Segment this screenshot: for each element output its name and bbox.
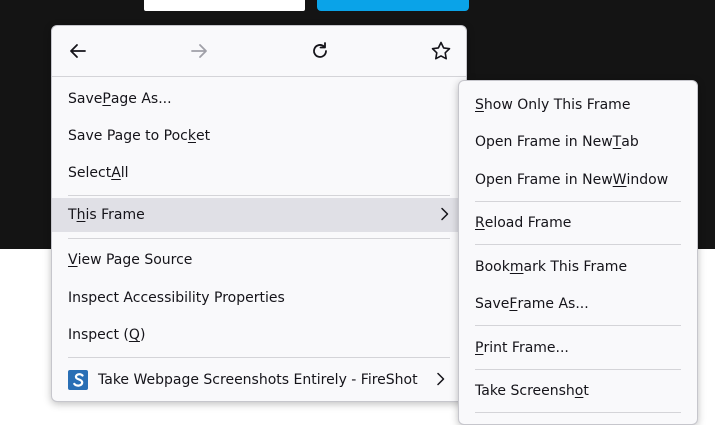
menu-item-save-page-as[interactable]: Save Page As... <box>56 82 462 116</box>
context-menu: Save Page As... Save Page to Poc k et Sele… <box>51 25 467 402</box>
submenu-item-print-frame[interactable]: Print Frame... <box>463 331 693 365</box>
menu-item-select-all[interactable]: Select All <box>56 156 462 190</box>
menu-item-fireshot[interactable]: Take Webpage Screenshots Entirely - Fire… <box>56 363 462 397</box>
separator <box>52 76 466 77</box>
chevron-right-icon <box>437 372 445 386</box>
menu-item-view-page-source[interactable]: View Page Source <box>56 243 462 277</box>
submenu-item-show-only-this-frame[interactable]: Show Only This Frame <box>463 88 693 122</box>
context-nav-row <box>52 26 466 76</box>
arrow-right-icon <box>191 44 207 58</box>
submenu-item-bookmark-this-frame[interactable]: Book m ark This Frame <box>463 250 693 284</box>
page-blue-button[interactable] <box>317 0 469 11</box>
menu-item-inspect-accessibility[interactable]: Inspect Accessibility Properties <box>56 281 462 315</box>
star-icon <box>431 41 451 60</box>
page-white-box <box>144 0 305 11</box>
separator <box>475 325 681 326</box>
separator <box>68 238 450 239</box>
forward-button[interactable] <box>183 36 215 66</box>
chevron-right-icon <box>441 207 449 221</box>
separator <box>475 369 681 370</box>
submenu-item-reload-frame[interactable]: Reload Frame <box>463 206 693 240</box>
this-frame-submenu: Show Only This Frame Open Frame in New T… <box>458 80 698 425</box>
menu-item-inspect[interactable]: Inspect (Q) <box>56 318 462 352</box>
separator <box>475 201 681 202</box>
separator <box>475 244 681 245</box>
menu-item-this-frame[interactable]: Th is Frame <box>52 198 466 232</box>
separator <box>68 195 450 196</box>
reload-icon <box>313 42 327 58</box>
arrow-left-icon <box>70 44 86 58</box>
reload-button[interactable] <box>304 36 336 66</box>
fireshot-icon <box>68 370 88 390</box>
submenu-item-open-frame-new-window[interactable]: Open Frame in New Window <box>463 163 693 197</box>
bookmark-button[interactable] <box>425 36 457 66</box>
submenu-item-open-frame-new-tab[interactable]: Open Frame in New Tab <box>463 125 693 159</box>
separator <box>68 357 450 358</box>
back-button[interactable] <box>62 36 94 66</box>
menu-item-save-to-pocket[interactable]: Save Page to Poc k et <box>56 119 462 153</box>
submenu-item-take-screenshot[interactable]: Take Screensh o t <box>463 374 693 408</box>
separator <box>475 412 681 413</box>
submenu-item-save-frame-as[interactable]: Save Frame As... <box>463 287 693 321</box>
